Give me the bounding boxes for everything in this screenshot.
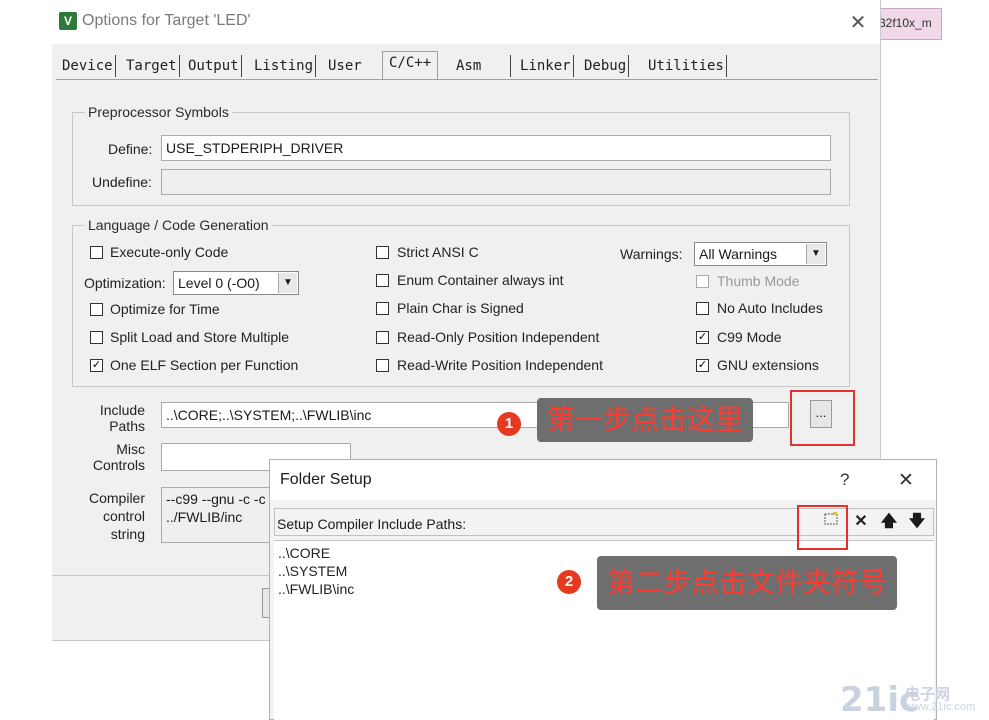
ro-pi-label: Read-Only Position Independent — [397, 329, 600, 345]
include-paths-label: Include Paths — [97, 402, 145, 434]
c99-mode-checkbox[interactable]: ✓ — [696, 331, 709, 344]
tab-utilities[interactable]: Utilities — [646, 55, 727, 77]
tab-asm[interactable]: Asm — [454, 55, 511, 77]
strict-ansi-label: Strict ANSI C — [397, 244, 479, 260]
language-group-title: Language / Code Generation — [85, 217, 272, 233]
tab-device[interactable]: Device — [60, 55, 116, 77]
preprocessor-group-title: Preprocessor Symbols — [85, 104, 232, 120]
rw-pi-label: Read-Write Position Independent — [397, 357, 603, 373]
background-tab-label: 32f10x_m — [879, 16, 932, 30]
tab-listing[interactable]: Listing — [252, 55, 317, 77]
move-down-icon[interactable]: 🡇 — [906, 511, 928, 533]
rw-pi-checkbox[interactable] — [376, 359, 389, 372]
one-elf-label: One ELF Section per Function — [110, 357, 299, 373]
chevron-down-icon[interactable]: ▼ — [806, 244, 825, 264]
thumb-mode-label: Thumb Mode — [717, 273, 800, 289]
optimize-time-checkbox[interactable] — [90, 303, 103, 316]
no-auto-includes-label: No Auto Includes — [717, 300, 823, 316]
background-window-tab: 32f10x_m — [878, 8, 942, 40]
step2-badge: 2 — [557, 570, 581, 594]
enum-container-label: Enum Container always int — [397, 272, 564, 288]
optimization-select[interactable]: Level 0 (-O0) ▼ — [173, 271, 299, 295]
tab-linker[interactable]: Linker — [518, 55, 574, 77]
gnu-ext-label: GNU extensions — [717, 357, 819, 373]
include-label-line1: Include — [99, 402, 145, 418]
compiler-label-line3: string — [110, 526, 145, 542]
split-load-checkbox[interactable] — [90, 331, 103, 344]
help-icon[interactable]: ? — [840, 470, 849, 490]
thumb-mode-checkbox — [696, 275, 709, 288]
plain-char-checkbox[interactable] — [376, 302, 389, 315]
tab-c-cpp[interactable]: C/C++ — [382, 51, 439, 80]
folder-setup-titlebar: Folder Setup ? ✕ — [270, 460, 936, 500]
warnings-value: All Warnings — [699, 246, 778, 262]
step2-callout: 第二步点击文件夹符号 — [597, 556, 898, 610]
tab-divider — [56, 79, 878, 80]
compiler-label-line1: Compiler — [88, 490, 145, 506]
split-load-label: Split Load and Store Multiple — [110, 329, 289, 345]
compiler-control-label: Compiler control string — [82, 489, 145, 543]
tab-output[interactable]: Output — [186, 55, 242, 77]
chevron-down-icon[interactable]: ▼ — [278, 273, 297, 293]
watermark-url: www.21ic.com — [905, 701, 976, 713]
undefine-input[interactable] — [161, 169, 831, 195]
undefine-label: Undefine: — [92, 174, 152, 190]
one-elf-checkbox[interactable]: ✓ — [90, 359, 103, 372]
compiler-label-line2: control — [102, 508, 145, 524]
warnings-select[interactable]: All Warnings ▼ — [694, 242, 827, 266]
include-label-line2: Paths — [109, 418, 145, 434]
c99-mode-label: C99 Mode — [717, 329, 782, 345]
step1-badge: 1 — [497, 412, 521, 436]
strict-ansi-checkbox[interactable] — [376, 246, 389, 259]
delete-icon[interactable]: ✕ — [850, 511, 872, 533]
optimize-time-label: Optimize for Time — [110, 301, 220, 317]
misc-label-line2: Controls — [92, 457, 145, 473]
plain-char-label: Plain Char is Signed — [397, 300, 524, 316]
dialog-titlebar: V Options for Target 'LED' ✕ — [52, 0, 880, 44]
list-item[interactable]: ..\CORE — [278, 545, 330, 561]
no-auto-includes-checkbox[interactable] — [696, 302, 709, 315]
optimization-value: Level 0 (-O0) — [178, 275, 260, 291]
tab-debug[interactable]: Debug — [582, 55, 630, 77]
warnings-label: Warnings: — [620, 246, 683, 262]
enum-container-checkbox[interactable] — [376, 274, 389, 287]
misc-controls-label: Misc Controls — [82, 441, 145, 473]
step2-highlight-box — [797, 505, 848, 550]
tab-user[interactable]: User — [326, 55, 364, 77]
gnu-ext-checkbox[interactable]: ✓ — [696, 359, 709, 372]
close-icon[interactable]: ✕ — [898, 469, 914, 492]
define-label: Define: — [108, 141, 153, 157]
move-up-icon[interactable]: 🡅 — [878, 511, 900, 533]
dialog-title: Options for Target 'LED' — [82, 12, 251, 29]
section-label: Setup Compiler Include Paths: — [277, 516, 467, 532]
define-input[interactable]: USE_STDPERIPH_DRIVER — [161, 135, 831, 161]
keil-app-icon: V — [59, 12, 77, 30]
step1-highlight-box — [790, 390, 855, 446]
execute-only-label: Execute-only Code — [110, 244, 229, 260]
optimization-label: Optimization: — [84, 275, 166, 291]
execute-only-checkbox[interactable] — [90, 246, 103, 259]
list-item[interactable]: ..\SYSTEM — [278, 563, 347, 579]
list-item[interactable]: ..\FWLIB\inc — [278, 581, 354, 597]
tab-target[interactable]: Target — [124, 55, 180, 77]
misc-label-line1: Misc — [116, 441, 145, 457]
close-icon[interactable]: ✕ — [846, 10, 870, 35]
ro-pi-checkbox[interactable] — [376, 331, 389, 344]
step1-callout: 第一步点击这里 — [537, 398, 754, 442]
folder-setup-title: Folder Setup — [280, 471, 372, 488]
